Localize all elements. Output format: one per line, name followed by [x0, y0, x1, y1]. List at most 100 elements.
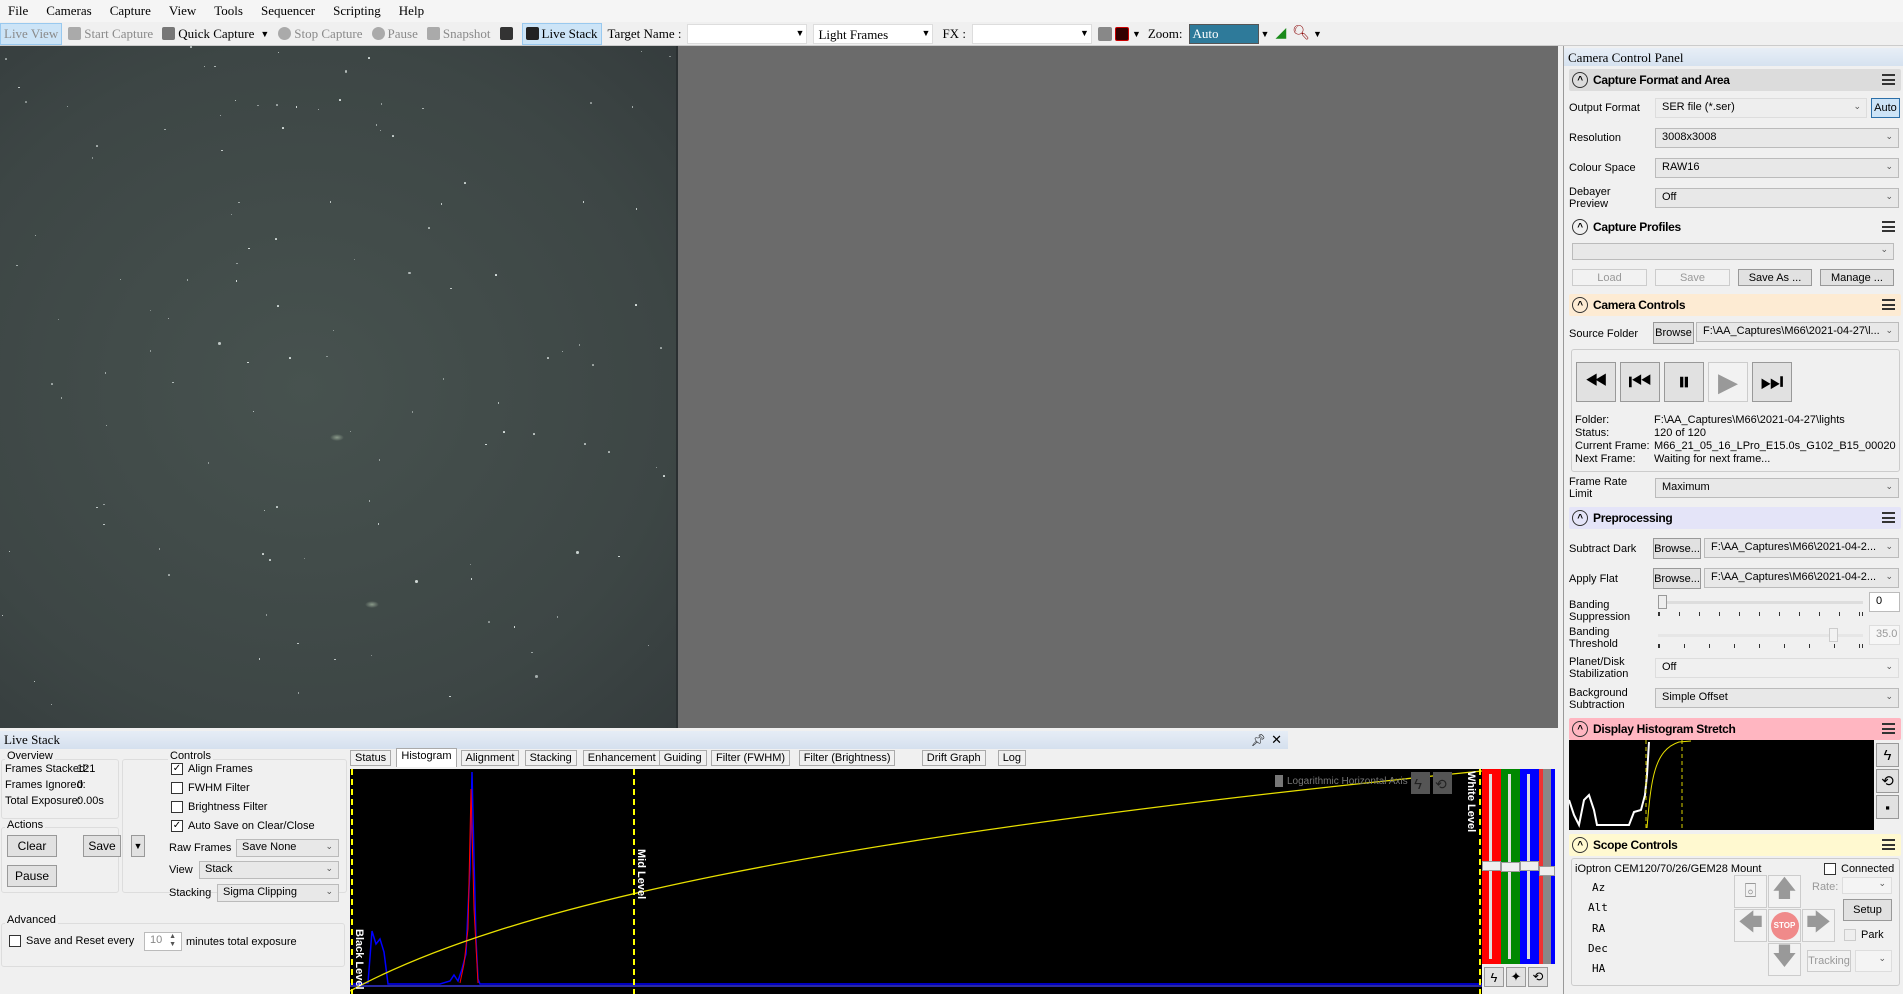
banding-threshold-slider[interactable] — [1658, 628, 1863, 642]
slider-thumb[interactable] — [1539, 866, 1555, 876]
stacking-combo[interactable]: Sigma Clipping ⌄ — [217, 884, 339, 902]
pin-icon[interactable]: 📌︎ — [1251, 733, 1266, 748]
north-button[interactable]: 🡅 — [1768, 875, 1801, 908]
menu-icon[interactable] — [1882, 221, 1895, 232]
banding-threshold-input[interactable]: 35.0 — [1869, 625, 1900, 645]
planet-stabilization-combo[interactable]: Off ⌄ — [1655, 658, 1899, 678]
section-camera-controls[interactable]: ^ Camera Controls — [1569, 294, 1901, 316]
subtract-dark-combo[interactable]: F:\AA_Captures\M66\2021-04-2... ⌄ — [1704, 538, 1899, 558]
section-preprocessing[interactable]: ^ Preprocessing — [1569, 507, 1901, 529]
raw-frames-combo[interactable]: Save None ⌄ — [236, 839, 339, 857]
auto-stretch-button[interactable]: ϟ — [1876, 743, 1899, 767]
frame-type-combo[interactable]: Light Frames ▼ — [813, 23, 934, 44]
align-frames-checkbox[interactable]: ✓ Align Frames — [171, 763, 253, 775]
live-stack-button[interactable]: Live Stack — [521, 22, 602, 45]
collapse-icon[interactable]: ^ — [1572, 297, 1588, 313]
east-button[interactable]: 🡆 — [1802, 909, 1835, 942]
menu-icon[interactable] — [1882, 723, 1895, 734]
menu-icon[interactable] — [1882, 512, 1895, 523]
menu-tools[interactable]: Tools — [214, 3, 243, 19]
reset-channel-button[interactable]: ⟲ — [1528, 967, 1548, 987]
menu-file[interactable]: File — [8, 3, 28, 19]
rate-combo[interactable]: ⌄ — [1842, 877, 1892, 894]
save-stretch-button[interactable]: ▪ — [1876, 795, 1899, 819]
snapshot-button[interactable]: Snapshot — [424, 23, 494, 45]
west-button[interactable]: 🡄 — [1734, 909, 1767, 942]
save-as-button[interactable]: Save As ... — [1738, 269, 1812, 286]
rewind-button[interactable]: ⏪︎ — [1576, 362, 1616, 402]
fx-combo[interactable]: ▼ — [971, 23, 1092, 44]
grey-box-icon[interactable] — [1097, 26, 1112, 41]
debayer-combo[interactable]: Off ⌄ — [1655, 188, 1899, 208]
tab-enhancement[interactable]: Enhancement — [582, 750, 661, 766]
slider-thumb[interactable] — [1829, 628, 1838, 642]
save-stack-button[interactable]: Save — [83, 835, 121, 857]
pause-button[interactable]: Pause — [369, 23, 421, 45]
chevron-down-icon[interactable]: ▼ — [1261, 29, 1270, 39]
zoom-combo[interactable]: Auto — [1188, 23, 1259, 44]
auto-channel-button[interactable]: ϟ — [1484, 967, 1504, 987]
clear-button[interactable]: Clear — [7, 835, 57, 857]
brightness-filter-checkbox[interactable]: Brightness Filter — [171, 801, 267, 813]
browse-flat-button[interactable]: Browse... — [1653, 568, 1701, 589]
red-cross-icon[interactable] — [1114, 26, 1129, 41]
log-axis-checkbox[interactable] — [1275, 775, 1283, 787]
tab-guiding[interactable]: Guiding — [658, 750, 707, 766]
live-view-button[interactable]: Live View — [0, 22, 63, 45]
save-reset-minutes-stepper[interactable]: 10 ▲ ▼ — [144, 932, 182, 951]
section-capture-format[interactable]: ^ Capture Format and Area — [1569, 69, 1901, 91]
all-channel-slider[interactable] — [1539, 769, 1555, 964]
section-capture-profiles[interactable]: ^ Capture Profiles — [1569, 216, 1901, 238]
frame-rate-combo[interactable]: Maximum ⌄ — [1655, 478, 1899, 498]
source-folder-combo[interactable]: F:\AA_Captures\M66\2021-04-27\l... ⌄ — [1696, 322, 1899, 342]
save-reset-checkbox[interactable]: Save and Reset every — [9, 935, 134, 947]
tab-status[interactable]: Status — [350, 750, 392, 766]
menu-icon[interactable] — [1882, 74, 1895, 85]
background-subtraction-combo[interactable]: Simple Offset ⌄ — [1655, 688, 1899, 708]
section-histogram-stretch[interactable]: ^ Display Histogram Stretch — [1569, 718, 1901, 740]
connected-checkbox[interactable]: Connected — [1824, 863, 1894, 875]
browse-source-button[interactable]: Browse — [1653, 322, 1694, 344]
banding-suppression-input[interactable]: 0 — [1869, 592, 1900, 612]
collapse-icon[interactable]: ^ — [1572, 72, 1588, 88]
close-icon[interactable]: ✕ — [1271, 732, 1282, 748]
red-channel-slider[interactable] — [1482, 769, 1501, 964]
colour-space-combo[interactable]: RAW16 ⌄ — [1655, 158, 1899, 178]
view-combo[interactable]: Stack ⌄ — [199, 861, 339, 879]
pause-stack-button[interactable]: Pause — [7, 865, 57, 887]
menu-help[interactable]: Help — [399, 3, 424, 19]
quick-capture-button[interactable]: Quick Capture ▼ — [159, 23, 272, 45]
tab-filter-fwhm[interactable]: Filter (FWHM) — [711, 750, 791, 766]
slider-thumb[interactable] — [1520, 861, 1539, 871]
start-capture-button[interactable]: Start Capture — [65, 23, 156, 45]
menu-cameras[interactable]: Cameras — [46, 3, 91, 19]
auto-button[interactable]: Auto — [1871, 98, 1900, 118]
chevron-down-icon[interactable]: ▼ — [260, 29, 269, 39]
histogram-icon[interactable]: ◢ — [1275, 25, 1286, 42]
menu-sequencer[interactable]: Sequencer — [261, 3, 315, 19]
tab-log[interactable]: Log — [997, 750, 1027, 766]
tab-stacking[interactable]: Stacking — [524, 750, 577, 766]
stop-capture-button[interactable]: Stop Capture — [275, 23, 365, 45]
collapse-icon[interactable]: ^ — [1572, 837, 1588, 853]
star-field-image[interactable] — [0, 46, 678, 728]
banding-suppression-slider[interactable] — [1658, 595, 1863, 609]
target-name-combo[interactable]: ▼ — [687, 23, 808, 44]
resolution-combo[interactable]: 3008x3008 ⌄ — [1655, 128, 1899, 148]
stepper-arrows-icon[interactable]: ▲ ▼ — [169, 933, 176, 949]
tab-alignment[interactable]: Alignment — [460, 750, 520, 766]
pause-playback-button[interactable]: ⏸︎ — [1664, 362, 1704, 402]
load-button[interactable]: Load — [1572, 269, 1647, 286]
play-button[interactable]: ▶ — [1708, 362, 1748, 402]
menu-view[interactable]: View — [169, 3, 196, 19]
reset-stretch-button[interactable]: ⟲ — [1876, 769, 1899, 793]
stretch-histogram[interactable] — [1569, 740, 1874, 830]
menu-capture[interactable]: Capture — [110, 3, 151, 19]
profile-combo[interactable]: ⌄ — [1572, 243, 1894, 260]
slider-thumb[interactable] — [1658, 595, 1667, 609]
collapse-icon[interactable]: ^ — [1572, 510, 1588, 526]
monitor-button[interactable] — [497, 23, 519, 45]
tab-filter-brightness[interactable]: Filter (Brightness) — [798, 750, 896, 766]
collapse-icon[interactable]: ^ — [1572, 219, 1588, 235]
tab-drift-graph[interactable]: Drift Graph — [921, 750, 986, 766]
